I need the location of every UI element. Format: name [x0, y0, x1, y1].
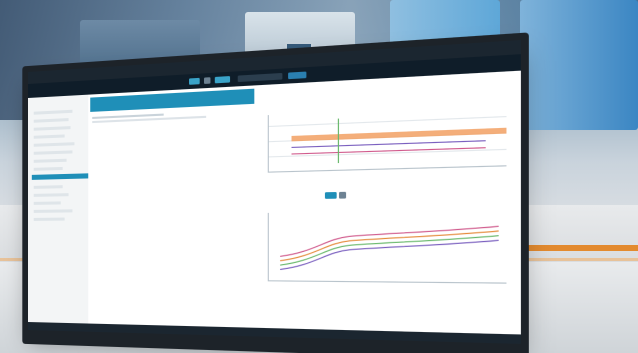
tree-node[interactable] — [33, 166, 63, 171]
grid-line — [268, 115, 507, 128]
tree-node[interactable] — [33, 158, 67, 163]
series-line — [291, 140, 486, 148]
list-panel — [88, 85, 258, 328]
toolbar-button[interactable] — [189, 77, 200, 85]
tree-node[interactable] — [33, 118, 69, 123]
detail-panel — [256, 70, 521, 335]
trend-curve — [280, 240, 499, 270]
tree-node[interactable] — [33, 150, 73, 155]
tree-node[interactable] — [33, 193, 69, 197]
toggle-button[interactable] — [339, 191, 347, 199]
tree-node[interactable] — [33, 134, 65, 139]
toolbar-tab[interactable] — [288, 71, 307, 80]
toggle-button[interactable] — [324, 192, 337, 199]
factory-background — [0, 0, 638, 353]
chart-area-lower — [267, 209, 507, 284]
app-window — [22, 32, 529, 353]
list-item-selected[interactable] — [90, 88, 255, 112]
tree-node-selected[interactable] — [31, 173, 89, 180]
toolbar-button[interactable] — [214, 76, 231, 84]
tree-node[interactable] — [33, 142, 75, 147]
chart-area-upper — [267, 104, 507, 173]
marker-line — [337, 118, 340, 164]
tree-node[interactable] — [33, 185, 63, 189]
tree-node[interactable] — [33, 126, 71, 131]
sidebar — [28, 94, 90, 324]
tree-node[interactable] — [33, 109, 73, 115]
highlight-band — [291, 127, 507, 142]
toolbar-icon[interactable] — [203, 77, 211, 84]
chart-legend — [268, 172, 505, 182]
trend-curves — [269, 210, 507, 283]
machine — [520, 0, 638, 130]
tree-node[interactable] — [33, 209, 73, 213]
tree-node[interactable] — [33, 201, 61, 205]
tree-node[interactable] — [33, 217, 65, 221]
